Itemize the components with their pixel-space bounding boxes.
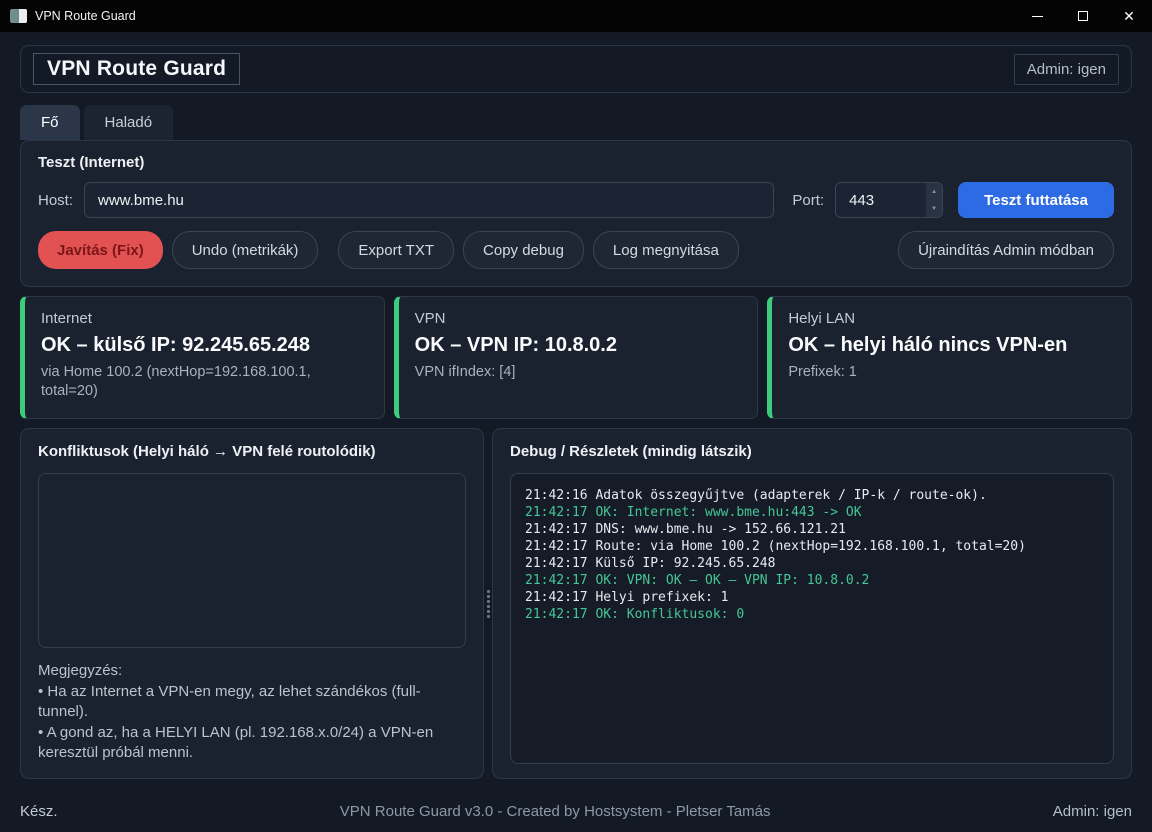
note-line: • A gond az, ha a HELYI LAN (pl. 192.168… xyxy=(38,723,466,764)
status-card-title: VPN xyxy=(415,310,742,327)
maximize-button[interactable] xyxy=(1060,0,1106,32)
status-card-title: Internet xyxy=(41,310,368,327)
footer-status: Kész. xyxy=(20,803,58,820)
status-card-internet: Internet OK – külső IP: 92.245.65.248 vi… xyxy=(20,296,385,419)
test-section-title: Teszt (Internet) xyxy=(38,154,1114,171)
debug-panel: Debug / Részletek (mindig látszik) 21:42… xyxy=(492,428,1132,779)
host-input[interactable] xyxy=(84,182,774,218)
panel-splitter[interactable] xyxy=(484,428,492,779)
note-line: Megjegyzés: xyxy=(38,661,466,682)
test-section: Teszt (Internet) Host: Port: ▲ ▼ Teszt f… xyxy=(20,140,1132,287)
conflicts-panel: Konfliktusok (Helyi háló → VPN felé rout… xyxy=(20,428,484,779)
close-icon: ✕ xyxy=(1123,9,1135,23)
log-line: 21:42:17 OK: Internet: www.bme.hu:443 ->… xyxy=(525,504,1099,521)
port-spin-down-button[interactable]: ▼ xyxy=(926,200,942,217)
close-button[interactable]: ✕ xyxy=(1106,0,1152,32)
window-titlebar: VPN Route Guard ✕ xyxy=(0,0,1152,32)
status-card-detail: VPN ifIndex: [4] xyxy=(415,363,742,382)
status-card-lan: Helyi LAN OK – helyi háló nincs VPN-en P… xyxy=(767,296,1132,419)
port-label: Port: xyxy=(792,192,824,209)
status-card-value: OK – VPN IP: 10.8.0.2 xyxy=(415,334,742,357)
open-log-button[interactable]: Log megnyitása xyxy=(593,231,739,269)
maximize-icon xyxy=(1078,11,1088,21)
restart-admin-button[interactable]: Újraindítás Admin módban xyxy=(898,231,1114,269)
status-card-detail: via Home 100.2 (nextHop=192.168.100.1, t… xyxy=(41,363,368,401)
admin-badge: Admin: igen xyxy=(1014,54,1119,85)
copy-debug-button[interactable]: Copy debug xyxy=(463,231,584,269)
conflicts-list[interactable] xyxy=(38,473,466,648)
log-line: 21:42:17 Helyi prefixek: 1 xyxy=(525,589,1099,606)
debug-log[interactable]: 21:42:16 Adatok összegyűjtve (adapterek … xyxy=(510,473,1114,764)
status-card-vpn: VPN OK – VPN IP: 10.8.0.2 VPN ifIndex: [… xyxy=(394,296,759,419)
minimize-icon xyxy=(1032,16,1043,17)
footer-credits: VPN Route Guard v3.0 - Created by Hostsy… xyxy=(58,803,1053,820)
tab-halado[interactable]: Haladó xyxy=(84,105,174,140)
minimize-button[interactable] xyxy=(1014,0,1060,32)
status-card-value: OK – helyi háló nincs VPN-en xyxy=(788,334,1115,357)
run-test-button[interactable]: Teszt futtatása xyxy=(958,182,1114,218)
host-label: Host: xyxy=(38,192,73,209)
window-title: VPN Route Guard xyxy=(35,9,136,23)
fix-button[interactable]: Javítás (Fix) xyxy=(38,231,163,269)
export-txt-button[interactable]: Export TXT xyxy=(338,231,454,269)
tab-fo[interactable]: Fő xyxy=(20,105,80,140)
log-line: 21:42:17 OK: VPN: OK – OK – VPN IP: 10.8… xyxy=(525,572,1099,589)
page-title: VPN Route Guard xyxy=(33,53,240,85)
status-cards: Internet OK – külső IP: 92.245.65.248 vi… xyxy=(20,296,1132,419)
status-bar: Kész. VPN Route Guard v3.0 - Created by … xyxy=(20,792,1132,830)
footer-admin: Admin: igen xyxy=(1053,803,1132,820)
port-spinner: ▲ ▼ xyxy=(926,183,942,217)
status-card-title: Helyi LAN xyxy=(788,310,1115,327)
log-line: 21:42:17 DNS: www.bme.hu -> 152.66.121.2… xyxy=(525,521,1099,538)
log-line: 21:42:17 Route: via Home 100.2 (nextHop=… xyxy=(525,538,1099,555)
log-line: 21:42:16 Adatok összegyűjtve (adapterek … xyxy=(525,487,1099,504)
conflicts-notes: Megjegyzés:• Ha az Internet a VPN-en meg… xyxy=(38,661,466,764)
note-line: • Ha az Internet a VPN-en megy, az lehet… xyxy=(38,682,466,723)
undo-button[interactable]: Undo (metrikák) xyxy=(172,231,319,269)
debug-title: Debug / Részletek (mindig látszik) xyxy=(510,443,1114,460)
status-card-detail: Prefixek: 1 xyxy=(788,363,1115,382)
tab-bar: Fő Haladó xyxy=(20,105,1132,140)
conflicts-title: Konfliktusok (Helyi háló → VPN felé rout… xyxy=(38,443,466,460)
app-icon xyxy=(10,9,27,23)
log-line: 21:42:17 Külső IP: 92.245.65.248 xyxy=(525,555,1099,572)
header: VPN Route Guard Admin: igen xyxy=(20,45,1132,93)
port-spin-up-button[interactable]: ▲ xyxy=(926,183,942,200)
log-line: 21:42:17 OK: Konfliktusok: 0 xyxy=(525,606,1099,623)
splitter-grip-icon xyxy=(487,590,490,618)
status-card-value: OK – külső IP: 92.245.65.248 xyxy=(41,334,368,357)
